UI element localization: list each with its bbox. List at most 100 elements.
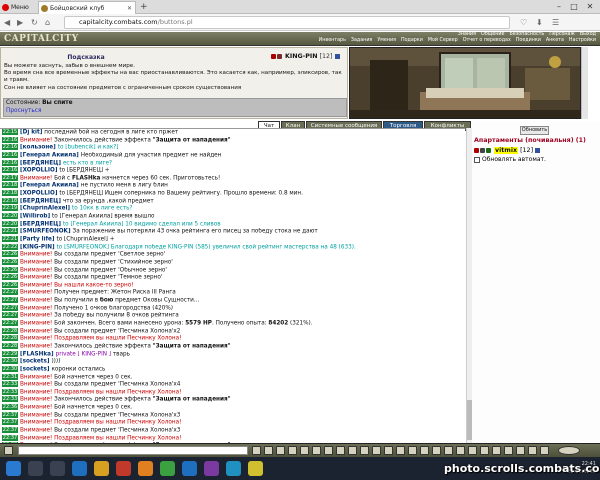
chat-author[interactable]: [Party life]: [20, 236, 56, 242]
firefox-icon[interactable]: [138, 461, 153, 476]
menu-transfers[interactable]: Отчет о переводах: [463, 38, 511, 43]
app-icon[interactable]: [204, 461, 219, 476]
chat-timestamp[interactable]: 22:16: [2, 151, 18, 158]
chat-timestamp[interactable]: 22:33: [2, 381, 18, 388]
slot-icon[interactable]: [348, 446, 357, 455]
windows-start-icon[interactable]: [6, 461, 21, 476]
chat-timestamp[interactable]: 22:30: [2, 358, 18, 365]
chat-author[interactable]: [sockets]: [20, 359, 51, 365]
maximize-button[interactable]: □: [567, 1, 581, 13]
slot-icon[interactable]: [432, 446, 441, 455]
folder-icon[interactable]: [94, 461, 109, 476]
ie-icon[interactable]: [72, 461, 87, 476]
chat-timestamp[interactable]: 22:15: [2, 129, 18, 135]
chat-timestamp[interactable]: 22:26: [2, 266, 18, 273]
chat-timestamp[interactable]: 22:16: [2, 167, 18, 174]
tab-menu[interactable]: Меню: [0, 1, 36, 14]
chat-timestamp[interactable]: 22:26: [2, 251, 18, 258]
extensions-icon[interactable]: ☰: [552, 17, 559, 28]
auto-update-checkbox[interactable]: [474, 156, 480, 163]
slot-icon[interactable]: [336, 446, 345, 455]
chat-timestamp[interactable]: 22:27: [2, 312, 18, 319]
chat-timestamp[interactable]: 22:27: [2, 297, 18, 304]
refresh-chat-icon[interactable]: [312, 446, 321, 455]
slot-icon[interactable]: [528, 446, 537, 455]
home-icon[interactable]: ⌂: [45, 17, 50, 28]
info-icon[interactable]: [334, 53, 340, 59]
minimize-button[interactable]: –: [552, 1, 566, 13]
slot-icon[interactable]: [504, 446, 513, 455]
chat-timestamp[interactable]: 22:16: [2, 136, 18, 143]
refresh-button[interactable]: Обновить: [520, 126, 549, 135]
chat-author[interactable]: [FLASHka]: [20, 351, 56, 357]
edge-icon[interactable]: [182, 461, 197, 476]
chat-timestamp[interactable]: 22:16: [2, 144, 18, 151]
menu-quests[interactable]: Задания: [351, 38, 372, 43]
chat-author[interactable]: [кользоне]: [20, 145, 58, 151]
menu-settings[interactable]: Настройки: [569, 38, 596, 43]
chat-timestamp[interactable]: 22:27: [2, 289, 18, 296]
clear-icon[interactable]: [264, 446, 273, 455]
chat-timestamp[interactable]: 22:20: [2, 220, 18, 227]
chat-timestamp[interactable]: 22:33: [2, 396, 18, 403]
chat-author[interactable]: [Генерал Акиила]: [20, 183, 81, 189]
chat-timestamp[interactable]: 22:17: [2, 174, 18, 181]
slot-icon[interactable]: [384, 446, 393, 455]
app-icon[interactable]: [248, 461, 263, 476]
chat-timestamp[interactable]: 22:21: [2, 235, 18, 242]
chat-author[interactable]: [SMURFEONOK]: [20, 229, 73, 235]
reload-icon[interactable]: ↻: [31, 17, 38, 28]
chat-timestamp[interactable]: 22:18: [2, 190, 18, 197]
player-name[interactable]: KING-PIN: [285, 53, 318, 60]
slot-icon[interactable]: [540, 446, 549, 455]
translit-icon[interactable]: [300, 446, 309, 455]
chat-author[interactable]: [БЕРДЯНЕЦ]: [20, 198, 63, 204]
chat-timestamp[interactable]: 22:36: [2, 404, 18, 411]
top-scrollbar[interactable]: [581, 47, 588, 119]
slot-icon[interactable]: [420, 446, 429, 455]
slot-icon[interactable]: [444, 446, 453, 455]
chat-timestamp[interactable]: 22:37: [2, 411, 18, 418]
smiles-icon[interactable]: [276, 446, 285, 455]
room-user-name[interactable]: vitmix: [494, 147, 519, 154]
chat-author[interactable]: [XOPOLLIO]: [20, 191, 59, 197]
send-icon[interactable]: [252, 446, 261, 455]
close-window-button[interactable]: ✕: [583, 1, 597, 13]
chat-timestamp[interactable]: 22:16: [2, 159, 18, 166]
chat-timestamp[interactable]: 22:37: [2, 434, 18, 441]
menu-profile[interactable]: Анкета: [546, 38, 564, 43]
slot-icon[interactable]: [360, 446, 369, 455]
slot-icon[interactable]: [324, 446, 333, 455]
chat-author[interactable]: [Dj kit]: [20, 130, 44, 136]
chat-timestamp[interactable]: 22:26: [2, 258, 18, 265]
info-icon[interactable]: [535, 147, 541, 153]
chat-timestamp[interactable]: 22:37: [2, 419, 18, 426]
chat-timestamp[interactable]: 22:29: [2, 350, 18, 357]
chat-timestamp[interactable]: 22:33: [2, 388, 18, 395]
menu-knowledge[interactable]: Знания: [458, 32, 476, 37]
menu-exit[interactable]: Выход: [580, 32, 596, 37]
chat-author[interactable]: [sockets]: [20, 366, 51, 372]
chat-timestamp[interactable]: 22:28: [2, 342, 18, 349]
filter-icon[interactable]: [288, 446, 297, 455]
chat-timestamp[interactable]: 22:27: [2, 304, 18, 311]
private-icon[interactable]: [480, 147, 485, 153]
slot-icon[interactable]: [456, 446, 465, 455]
menu-gifts[interactable]: Подарки: [401, 38, 423, 43]
chat-timestamp[interactable]: 22:18: [2, 182, 18, 189]
chrome-icon[interactable]: [160, 461, 175, 476]
slot-icon[interactable]: [480, 446, 489, 455]
task-view-icon[interactable]: [50, 461, 65, 476]
chat-timestamp[interactable]: 22:37: [2, 426, 18, 433]
chat-author[interactable]: [БЕРДЯНЕЦ]: [20, 160, 63, 166]
chat-timestamp[interactable]: 22:26: [2, 281, 18, 288]
new-tab-button[interactable]: +: [140, 1, 148, 13]
opera-icon[interactable]: [116, 461, 131, 476]
tab-close-icon[interactable]: ✕: [127, 2, 132, 14]
chat-timestamp[interactable]: 22:20: [2, 213, 18, 220]
slot-icon[interactable]: [408, 446, 417, 455]
download-icon[interactable]: ⬇: [536, 17, 543, 28]
chat-author[interactable]: [БЕРДЯНЕЦ]: [20, 221, 63, 227]
chat-timestamp[interactable]: 22:18: [2, 197, 18, 204]
chat-timestamp[interactable]: 22:19: [2, 205, 18, 212]
